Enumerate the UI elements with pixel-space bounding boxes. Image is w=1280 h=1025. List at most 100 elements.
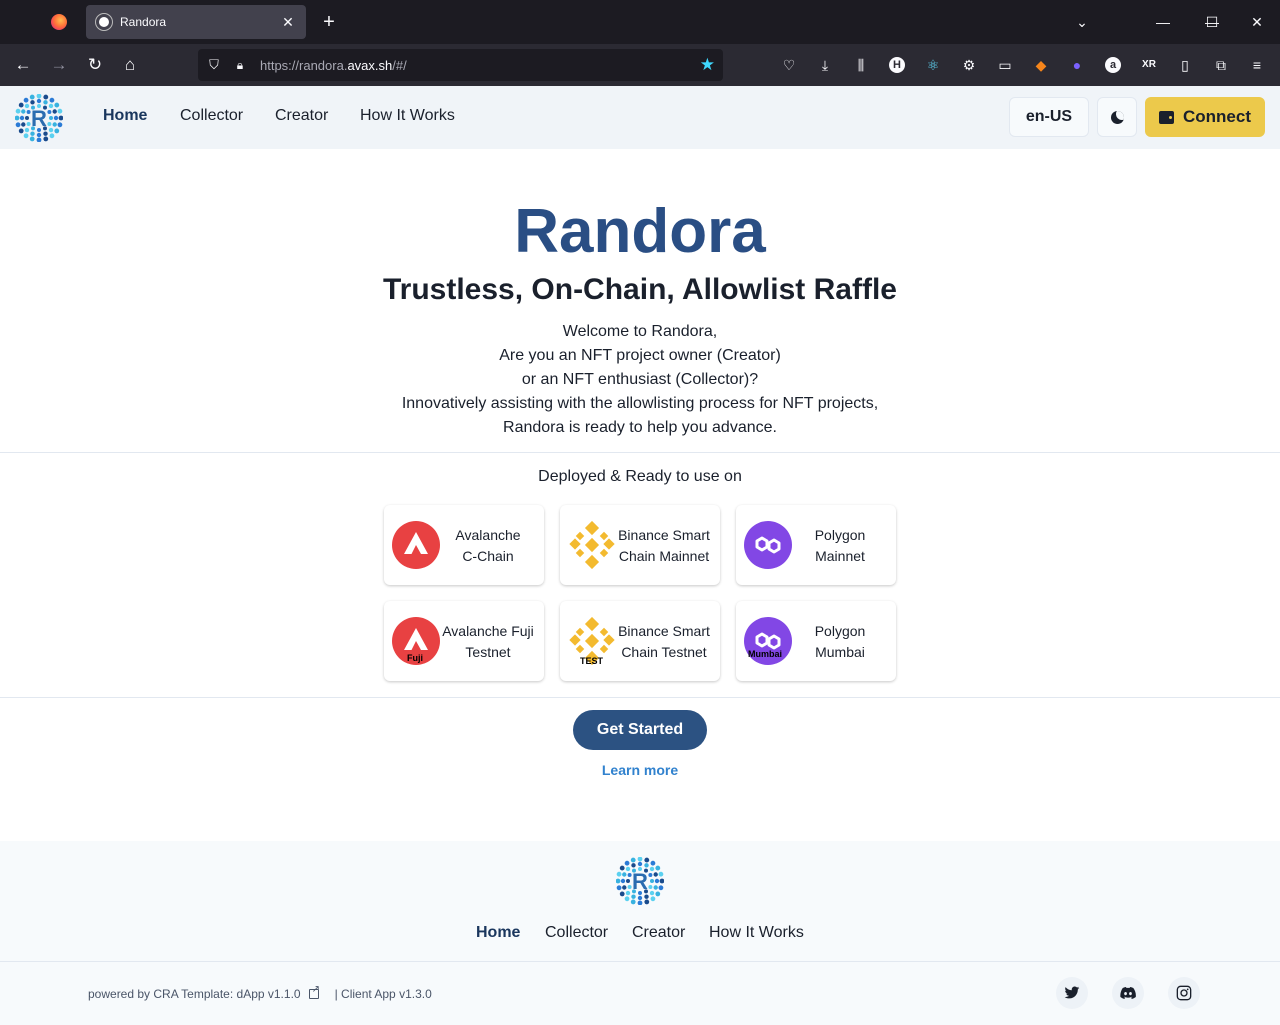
powered-by-link[interactable]: powered by CRA Template: dApp v1.1.0 xyxy=(88,987,301,1001)
chain-name-line: Avalanche Fuji xyxy=(442,623,534,639)
twitter-icon[interactable] xyxy=(1056,977,1088,1009)
lock-icon[interactable]: 🔒︎ xyxy=(234,58,246,72)
site-header: R Home Collector Creator How It Works en… xyxy=(0,86,1280,149)
tracking-shield-icon[interactable]: ⛉ xyxy=(206,57,222,73)
network-badge: Fuji xyxy=(407,653,423,663)
minimize-window-button[interactable]: — xyxy=(1140,0,1186,44)
chain-name: Polygon Mainnet xyxy=(792,525,888,567)
chain-name: Polygon Mumbai xyxy=(792,621,888,663)
chain-name-line: Polygon xyxy=(814,527,866,543)
connect-wallet-button[interactable]: Connect xyxy=(1145,97,1265,137)
chain-card: Fuji Avalanche Fuji Testnet xyxy=(384,601,544,681)
bookmark-star-icon[interactable]: ★ xyxy=(700,55,715,75)
chain-name-line: Chain Testnet xyxy=(621,644,707,660)
browser-tab-bar: Randora ✕ + ⌄ — xyxy=(0,0,1280,44)
menu-icon[interactable]: ≡ xyxy=(1247,55,1267,75)
back-icon[interactable]: ← xyxy=(9,51,37,79)
footer-nav-home[interactable]: Home xyxy=(476,924,520,942)
footer-nav-creator[interactable]: Creator xyxy=(632,924,685,942)
address-bar[interactable]: ⛉ 🔒︎ https://randora.avax.sh/#/ ★ xyxy=(198,49,723,81)
hero-text-line: Welcome to Randora, xyxy=(562,323,718,340)
extension-a-icon[interactable]: a xyxy=(1103,55,1123,75)
section-divider xyxy=(0,697,1280,698)
instagram-icon[interactable] xyxy=(1168,977,1200,1009)
chain-name-line: Chain Mainnet xyxy=(618,548,710,564)
footer-nav-collector[interactable]: Collector xyxy=(545,924,608,942)
wallet-icon xyxy=(1159,110,1174,124)
language-button[interactable]: en-US xyxy=(1009,97,1089,137)
hero-text-line: Randora is ready to help you advance. xyxy=(503,419,777,436)
external-link-icon[interactable] xyxy=(308,984,320,999)
connect-label: Connect xyxy=(1183,107,1251,126)
hero-text-line: or an NFT enthusiast (Collector)? xyxy=(521,371,759,388)
randora-logo-icon[interactable]: R xyxy=(15,94,63,142)
url-text[interactable]: https://randora.avax.sh/#/ xyxy=(260,58,700,73)
screen-extension-icon[interactable]: ▭ xyxy=(995,55,1015,75)
site-footer: R Home Collector Creator How It Works po… xyxy=(0,841,1280,1025)
hero-text-line: Are you an NFT project owner (Creator) xyxy=(499,347,781,364)
extension-purple-icon[interactable]: ● xyxy=(1067,55,1087,75)
section-divider xyxy=(0,452,1280,453)
client-app-version: | Client App v1.3.0 xyxy=(334,987,432,1001)
chain-name-line: C-Chain xyxy=(462,548,514,564)
chain-name-line: Binance Smart xyxy=(618,623,710,639)
network-badge: TEST xyxy=(580,656,604,666)
discord-icon[interactable] xyxy=(1112,977,1144,1009)
hero-subtitle: Trustless, On-Chain, Allowlist Raffle xyxy=(383,273,897,306)
browser-tab[interactable]: Randora ✕ xyxy=(86,5,306,39)
chain-name: Binance Smart Chain Mainnet xyxy=(616,525,712,567)
reload-icon[interactable]: ↻ xyxy=(81,51,109,79)
metamask-icon[interactable]: ◆ xyxy=(1031,55,1051,75)
close-tab-icon[interactable]: ✕ xyxy=(280,14,296,31)
theme-toggle-button[interactable] xyxy=(1097,97,1137,137)
pocket-icon[interactable]: ♡ xyxy=(779,55,799,75)
extension-xr-icon[interactable]: XR xyxy=(1139,55,1159,75)
get-started-button[interactable]: Get Started xyxy=(573,710,707,750)
firefox-icon xyxy=(51,14,67,30)
binance-icon xyxy=(569,521,615,569)
chain-name-line: Avalanche xyxy=(455,527,521,543)
hero-text-line: Innovatively assisting with the allowlis… xyxy=(401,395,879,412)
close-window-button[interactable]: ✕ xyxy=(1234,0,1280,44)
chain-name: Binance Smart Chain Testnet xyxy=(616,621,712,663)
download-icon[interactable]: ⤓ xyxy=(815,55,835,75)
library-icon[interactable]: ⫼ xyxy=(851,55,871,75)
nav-how-it-works[interactable]: How It Works xyxy=(360,107,455,125)
deployed-heading: Deployed & Ready to use on xyxy=(538,468,742,485)
forward-icon[interactable]: → xyxy=(45,51,73,79)
tab-title: Randora xyxy=(120,15,167,29)
firefox-menu-button[interactable] xyxy=(44,8,74,36)
list-tabs-button[interactable]: ⌄ xyxy=(1059,0,1105,44)
svg-text:R: R xyxy=(31,106,47,131)
mouse-extension-icon[interactable]: ▯ xyxy=(1175,55,1195,75)
randora-favicon-icon xyxy=(95,13,113,31)
avalanche-icon xyxy=(392,521,440,569)
nav-creator[interactable]: Creator xyxy=(275,107,328,125)
footer-nav-how-it-works[interactable]: How It Works xyxy=(709,924,804,942)
gear-extension-icon[interactable]: ⚙ xyxy=(959,55,979,75)
chain-card: Binance Smart Chain Mainnet xyxy=(560,505,720,585)
home-icon[interactable]: ⌂ xyxy=(116,51,144,79)
chain-name-line: Mumbai xyxy=(815,644,865,660)
learn-more-link[interactable]: Learn more xyxy=(0,762,1280,778)
new-tab-button[interactable]: + xyxy=(316,8,342,36)
extensions-puzzle-icon[interactable]: ⧉ xyxy=(1211,55,1231,75)
svg-text:R: R xyxy=(632,869,648,894)
chain-name: Avalanche C-Chain xyxy=(440,525,536,567)
randora-footer-logo-icon[interactable]: R xyxy=(616,857,664,905)
chain-name-line: Polygon xyxy=(814,623,866,639)
chain-card: Polygon Mainnet xyxy=(736,505,896,585)
chain-card: TEST Binance Smart Chain Testnet xyxy=(560,601,720,681)
chain-name-line: Binance Smart xyxy=(618,527,710,543)
browser-toolbar: ← → ↻ ⌂ ⛉ 🔒︎ https://randora.avax.sh/#/ … xyxy=(0,44,1280,86)
extension-h-icon[interactable]: H xyxy=(887,55,907,75)
footer-divider xyxy=(0,961,1280,962)
maximize-window-button[interactable]: ☐ xyxy=(1189,0,1235,44)
nav-home[interactable]: Home xyxy=(103,107,147,125)
nav-collector[interactable]: Collector xyxy=(180,107,243,125)
react-devtools-icon[interactable]: ⚛ xyxy=(923,55,943,75)
powered-by: powered by CRA Template: dApp v1.1.0 | C… xyxy=(88,984,432,1001)
chain-name-line: Mainnet xyxy=(815,548,865,564)
chain-card: Avalanche C-Chain xyxy=(384,505,544,585)
network-badge: Mumbai xyxy=(748,649,783,659)
